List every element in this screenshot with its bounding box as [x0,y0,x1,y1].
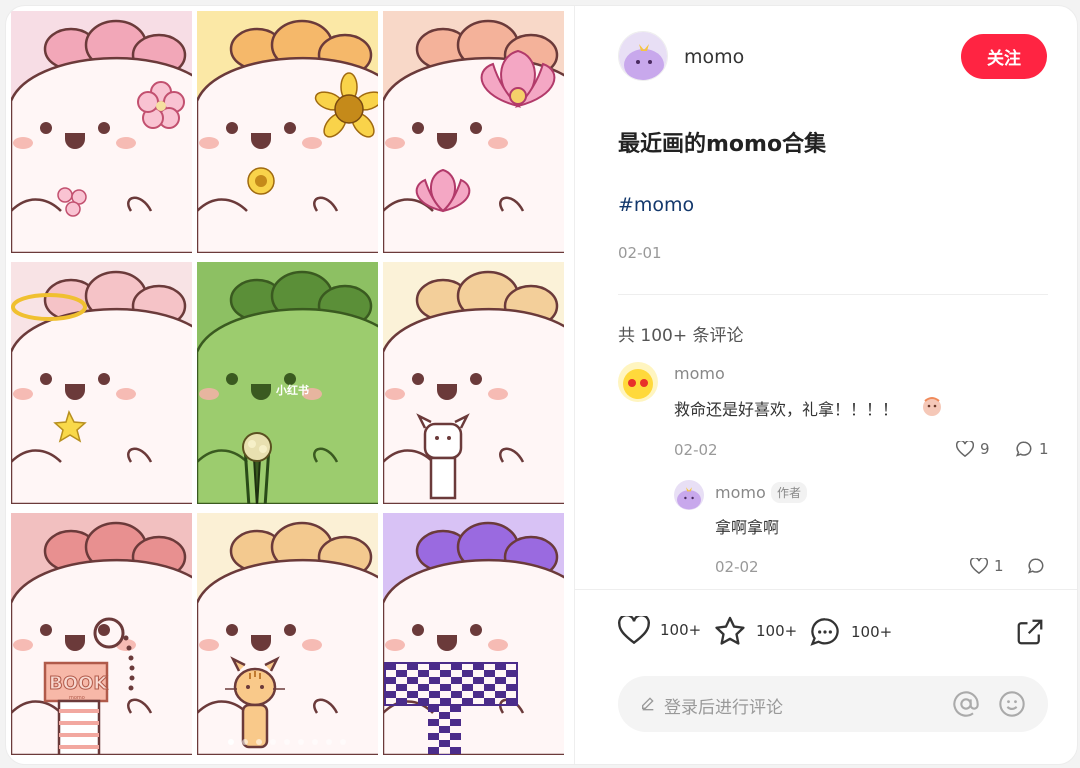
chat-bubble-icon [810,618,839,646]
gallery-image[interactable] [11,262,192,504]
share-icon[interactable] [1015,617,1045,651]
carousel-dot[interactable] [312,739,318,745]
comment-date: 02-02 [674,441,718,459]
carousel-dot[interactable] [340,739,346,745]
heart-icon [956,441,974,457]
gallery-image[interactable] [383,11,564,253]
carousel-dot[interactable] [242,739,248,745]
comment-input-placeholder: 登录后进行评论 [664,698,783,718]
carousel-dots[interactable] [228,739,346,745]
heart-icon [618,616,650,644]
reply-text: 拿啊拿啊 [715,518,780,537]
carousel-dot[interactable] [228,739,234,745]
like-total: 100+ [660,621,702,639]
svg-text:BOOK: BOOK [49,673,108,694]
gallery-image[interactable] [383,513,564,755]
chat-bubble-icon [1027,558,1044,574]
reply-author[interactable]: momo [715,483,766,502]
emoji-icon[interactable] [998,690,1026,718]
gallery-image[interactable]: BOOK momo [11,513,192,755]
post-tag[interactable]: #momo [618,194,694,216]
author-name[interactable]: momo [684,46,744,68]
author-avatar[interactable] [618,31,668,81]
carousel-dot[interactable] [270,739,276,745]
commenter-avatar[interactable] [618,362,658,402]
comment-author[interactable]: momo [674,364,725,383]
comment-reply-button[interactable]: 1 [1015,440,1049,458]
pencil-icon [642,697,654,711]
chat-bubble-icon [1015,441,1032,457]
emoji-sticker-icon [921,395,943,417]
post-date: 02-01 [618,244,662,262]
gallery-image[interactable] [197,11,378,253]
author-badge: 作者 [771,482,808,503]
like-count: 9 [980,440,990,458]
carousel-dot[interactable] [298,739,304,745]
like-button[interactable]: 100+ [618,616,701,644]
gallery-image[interactable] [383,262,564,504]
comment-button[interactable]: 100+ [809,616,892,648]
favorite-total: 100+ [756,622,798,640]
follow-button[interactable]: 关注 [961,34,1047,79]
at-mention-icon[interactable] [952,690,980,718]
comment-total: 100+ [851,623,893,641]
watermark: 小红书 [276,384,309,397]
carousel-dot[interactable] [326,739,332,745]
carousel-dot[interactable] [284,739,290,745]
comment-text: 救命还是好喜欢，礼拿！！！！ [674,400,899,419]
gallery-image[interactable] [11,11,192,253]
reply-reply-button[interactable] [1027,557,1045,579]
note-detail-panel: momo 关注 最近画的momo合集 #momo 02-01 共 100+ 条评… [574,6,1077,764]
like-count: 1 [994,557,1004,575]
reply-date: 02-02 [715,558,759,576]
divider [618,294,1048,295]
reply-count: 1 [1039,440,1049,458]
comment-count: 共 100+ 条评论 [618,326,744,346]
star-icon [715,616,745,645]
gallery-image[interactable] [197,513,378,755]
post-title: 最近画的momo合集 [618,132,827,157]
reply-like-button[interactable]: 1 [970,557,1004,575]
comment-like-button[interactable]: 9 [956,440,990,458]
note-card: BOOK momo 小红书 momo 关注 最近画的momo合集 #momo 02… [5,5,1078,765]
heart-icon [970,558,988,574]
favorite-button[interactable]: 100+ [714,616,797,646]
carousel-dot[interactable] [256,739,262,745]
divider [575,589,1077,590]
comment-input[interactable]: 登录后进行评论 [618,676,1048,732]
reply-author-avatar[interactable] [674,480,704,510]
